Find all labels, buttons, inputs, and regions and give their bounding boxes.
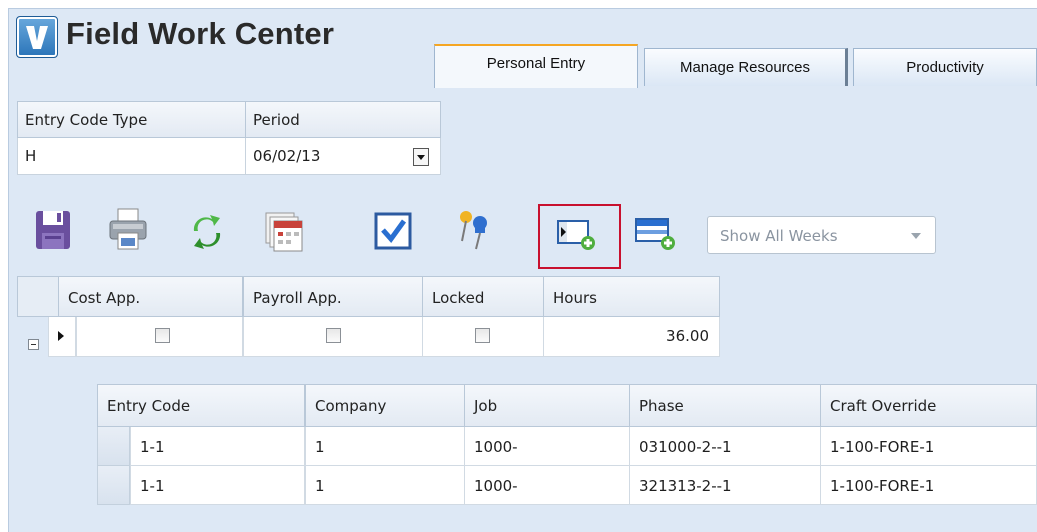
column-header-phase: Phase	[629, 384, 821, 427]
locked-cell	[422, 317, 544, 357]
refresh-icon[interactable]	[186, 205, 228, 257]
tab-personal-entry[interactable]: Personal Entry	[434, 44, 638, 88]
locked-checkbox[interactable]	[475, 328, 490, 343]
period-dropdown-button[interactable]	[413, 148, 429, 166]
cost-app-checkbox[interactable]	[155, 328, 170, 343]
job-cell[interactable]: 1000-	[464, 427, 630, 466]
cost-app-cell	[76, 317, 243, 357]
entry-code-cell[interactable]: 1-1	[130, 466, 305, 505]
column-header-company: Company	[305, 384, 465, 427]
company-cell[interactable]: 1	[305, 427, 465, 466]
entry-code-type-field[interactable]: H	[17, 138, 246, 175]
job-cell[interactable]: 1000-	[464, 466, 630, 505]
pin-icon[interactable]	[454, 205, 496, 257]
add-detail-icon[interactable]	[634, 205, 676, 257]
save-icon[interactable]	[34, 205, 76, 257]
chevron-down-icon	[911, 233, 921, 239]
craft-override-cell[interactable]: 1-100-FORE-1	[820, 466, 1037, 505]
phase-cell[interactable]: 321313-2--1	[629, 466, 821, 505]
hours-value: 36.00	[666, 327, 709, 345]
column-header-job: Job	[464, 384, 630, 427]
column-header-hours: Hours	[543, 276, 720, 317]
payroll-app-checkbox[interactable]	[326, 328, 341, 343]
phase-cell[interactable]: 031000-2--1	[629, 427, 821, 466]
show-all-weeks-label: Show All Weeks	[720, 227, 838, 245]
column-header-cost-app: Cost App.	[58, 276, 243, 317]
row-selector[interactable]	[97, 466, 130, 505]
company-cell[interactable]: 1	[305, 466, 465, 505]
row-selector[interactable]	[97, 427, 130, 466]
row-indicator[interactable]	[48, 317, 76, 357]
entry-code-cell[interactable]: 1-1	[130, 427, 305, 466]
column-header-period: Period	[245, 101, 441, 138]
column-header-craft-override: Craft Override	[820, 384, 1037, 427]
tab-productivity[interactable]: Productivity	[853, 48, 1037, 86]
show-all-weeks-dropdown[interactable]: Show All Weeks	[707, 216, 936, 254]
tab-manage-resources[interactable]: Manage Resources	[644, 48, 848, 86]
calendar-icon[interactable]	[264, 205, 306, 257]
checkbox-icon[interactable]	[373, 205, 415, 257]
app-title: Field Work Center	[66, 16, 335, 51]
column-header-locked: Locked	[422, 276, 544, 317]
add-row-icon[interactable]	[556, 205, 598, 257]
payroll-app-cell	[243, 317, 423, 357]
column-header-entry-code: Entry Code	[97, 384, 305, 427]
column-header-payroll-app: Payroll App.	[243, 276, 423, 317]
grid-corner	[17, 276, 59, 317]
hours-cell[interactable]: 36.00	[543, 317, 720, 357]
app-logo-icon	[16, 16, 58, 58]
print-icon[interactable]	[108, 205, 150, 257]
craft-override-cell[interactable]: 1-100-FORE-1	[820, 427, 1037, 466]
column-header-entry-code-type: Entry Code Type	[17, 101, 246, 138]
collapse-row-button[interactable]	[28, 339, 39, 350]
period-field[interactable]: 06/02/13	[245, 138, 441, 175]
